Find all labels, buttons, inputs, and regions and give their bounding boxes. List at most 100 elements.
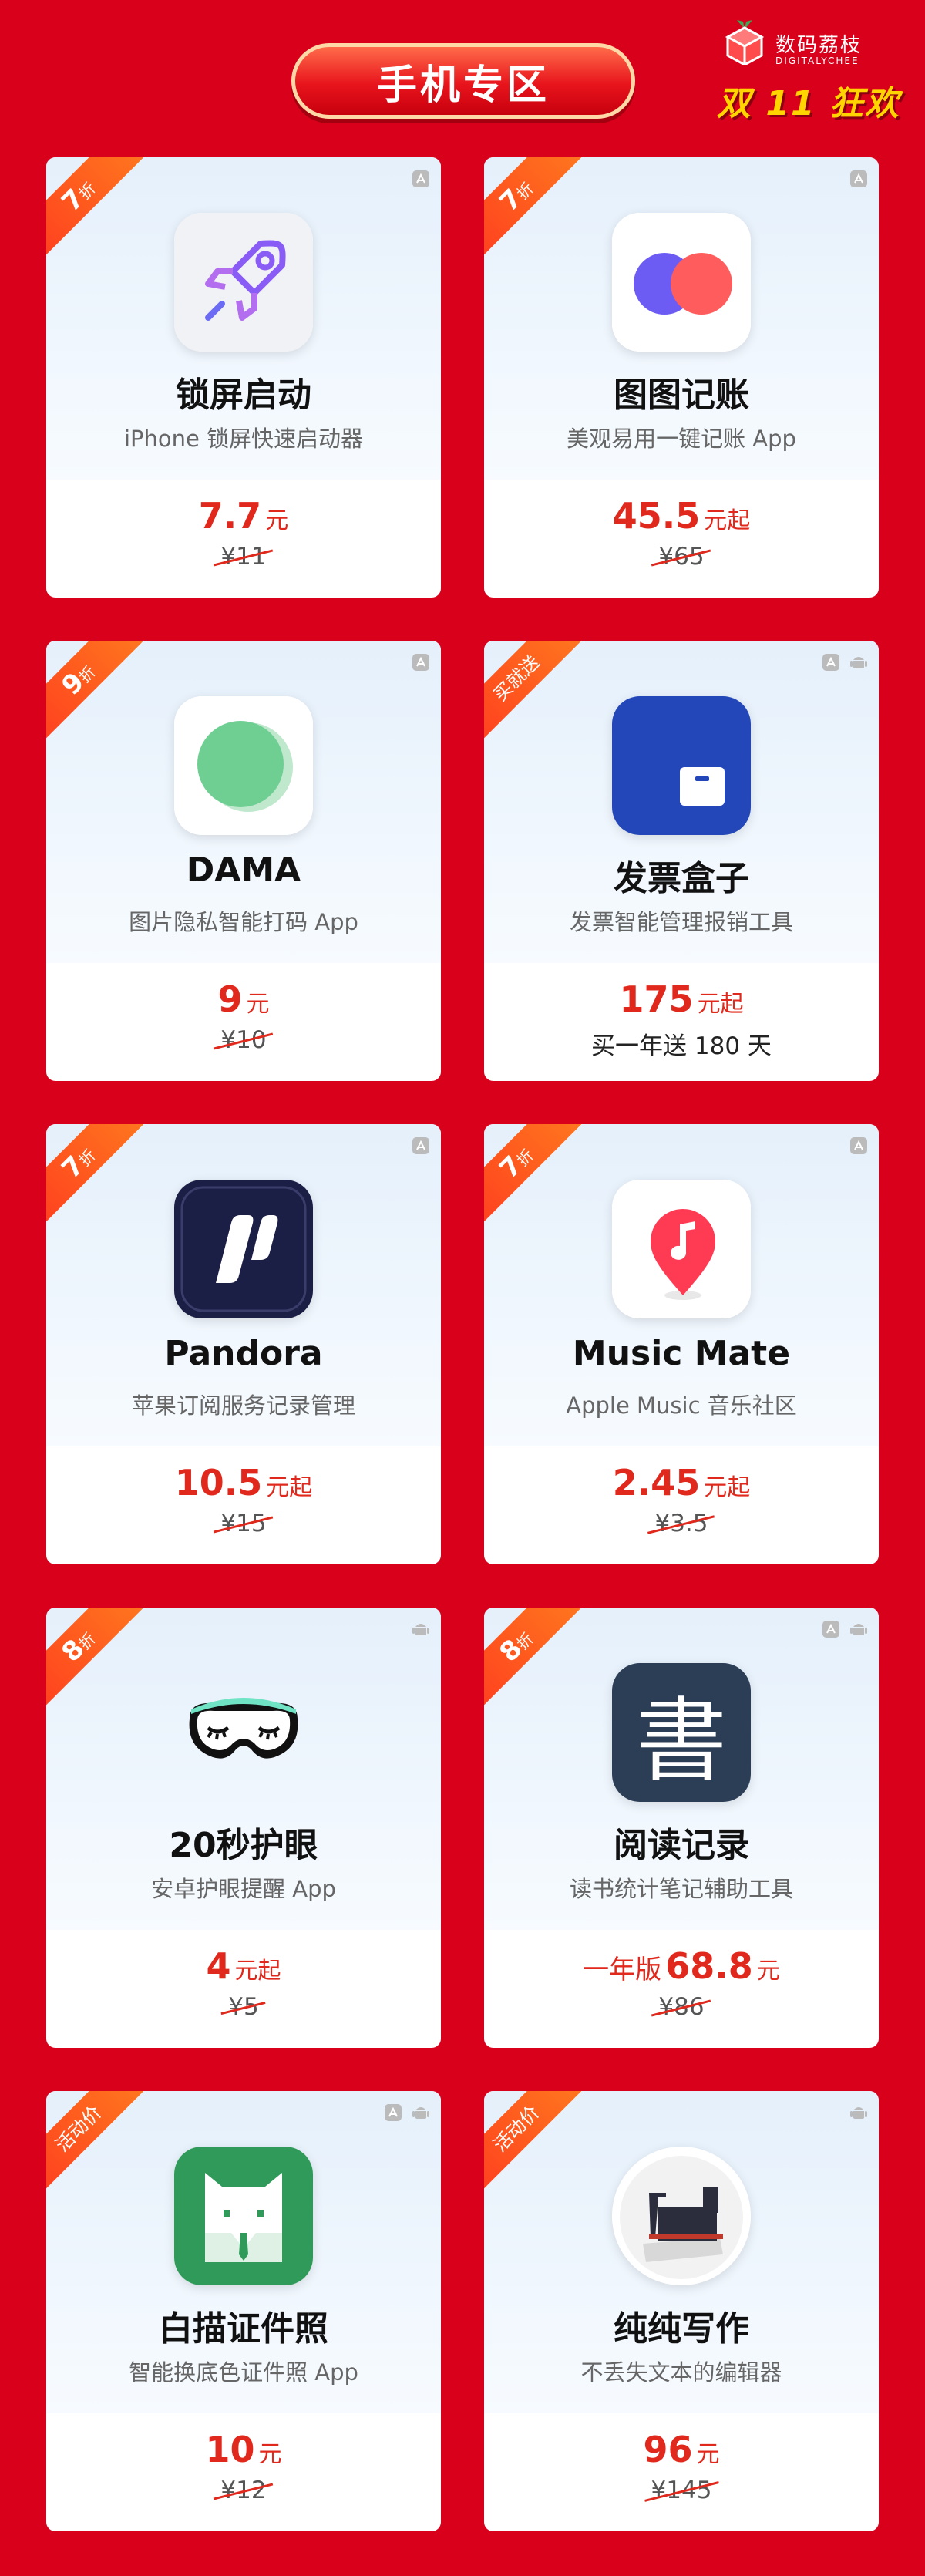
app-card[interactable]: 活动价 纯纯写作 不丢失文本的编辑器 96 元 ¥145: [484, 2091, 879, 2531]
sale-price: 9 元: [217, 978, 270, 1020]
app-description: Apple Music 音乐社区: [566, 1392, 797, 1419]
app-name: 纯纯写作: [614, 2309, 749, 2349]
original-price: ¥12: [46, 2477, 441, 2504]
id-photo-icon: [174, 2147, 313, 2285]
promo-header: 手机专区: [291, 43, 635, 119]
app-description: iPhone 锁屏快速启动器: [123, 426, 364, 452]
platform-icons: [410, 1135, 432, 1157]
two-dots-icon: [612, 213, 751, 352]
platform-icons: [410, 1618, 432, 1640]
original-price: ¥145: [484, 2477, 879, 2504]
app-description: 智能换底色证件照 App: [129, 2359, 358, 2386]
original-price: ¥10: [46, 1026, 441, 1054]
rocket-icon: [174, 213, 313, 352]
brand-name: 数码荔枝: [775, 34, 863, 57]
android-icon: [410, 1618, 432, 1640]
sale-price: 7.7 元: [198, 495, 289, 537]
discount-ribbon: 活动价: [484, 2091, 592, 2199]
app-store-icon: [848, 168, 870, 190]
android-icon: [848, 2102, 870, 2123]
sale-price: 45.5 元起: [612, 495, 751, 537]
sale-price: 10.5 元起: [174, 1462, 313, 1504]
app-card[interactable]: 8折 書 阅读记录 读书统计笔记辅助工具 一年版 68.8 元 ¥86: [484, 1608, 879, 2048]
platform-icons: [820, 652, 870, 673]
brand: 数码荔枝 DIGITALYCHEE 双 11 狂欢: [717, 14, 902, 123]
discount-ribbon: 7折: [46, 1124, 154, 1232]
event-title: 双 11 狂欢: [717, 84, 900, 123]
app-name: 20秒护眼: [169, 1826, 318, 1865]
pandora-icon: [174, 1180, 313, 1318]
ribbon-label: 买就送: [489, 651, 544, 706]
app-name: Pandora: [164, 1334, 323, 1373]
discount-ribbon: 7折: [46, 157, 154, 265]
platform-icons: [848, 2102, 870, 2123]
app-description: 美观易用一键记账 App: [567, 426, 796, 452]
app-name: 锁屏启动: [176, 375, 311, 415]
app-store-icon: [820, 652, 842, 673]
typewriter-icon: [612, 2147, 751, 2285]
green-circle-icon: [174, 696, 313, 835]
book-char-icon: 書: [612, 1663, 751, 1802]
app-description: 发票智能管理报销工具: [569, 909, 793, 935]
discount-ribbon: 活动价: [46, 2091, 154, 2199]
app-description: 苹果订阅服务记录管理: [131, 1392, 355, 1419]
platform-icons: [382, 2102, 432, 2123]
discount-ribbon: 7折: [484, 1124, 592, 1232]
app-card[interactable]: 9折 DAMA 图片隐私智能打码 App 9 元 ¥10: [46, 641, 441, 1081]
app-name: 发票盒子: [614, 859, 749, 898]
app-store-icon: [410, 168, 432, 190]
promo-note: 买一年送 180 天: [591, 1032, 772, 1060]
sale-price: 4 元起: [206, 1945, 281, 1987]
original-price: ¥5: [46, 1993, 441, 2021]
sleep-mask-icon: [174, 1663, 313, 1802]
android-icon: [848, 652, 870, 673]
app-card[interactable]: 8折 20秒护眼 安卓护眼提醒 App 4 元起 ¥5: [46, 1608, 441, 2048]
brand-name-en: DIGITALYCHEE: [775, 56, 859, 66]
app-name: Music Mate: [572, 1334, 791, 1373]
book-char: 書: [635, 1687, 727, 1794]
discount-ribbon: 买就送: [484, 641, 592, 749]
app-name: 图图记账: [614, 375, 749, 415]
discount-ribbon: 8折: [46, 1608, 154, 1716]
lychee-logo-icon: [725, 20, 765, 65]
original-price: ¥86: [484, 1993, 879, 2021]
sale-price: 10 元: [205, 2429, 282, 2470]
ribbon-label: 活动价: [489, 2101, 544, 2157]
app-name: 阅读记录: [614, 1826, 749, 1865]
platform-icons: [848, 168, 870, 190]
app-card[interactable]: 活动价 白描证件照 智能换底色证件照 App 10 元 ¥12: [46, 2091, 441, 2531]
app-store-icon: [848, 1135, 870, 1157]
app-store-icon: [410, 652, 432, 673]
app-card[interactable]: 7折 锁屏启动 iPhone 锁屏快速启动器 7.7 元 ¥11: [46, 157, 441, 598]
app-store-icon: [382, 2102, 404, 2123]
app-card[interactable]: 7折 Music Mate Apple Music 音乐社区 2.45 元起 ¥…: [484, 1124, 879, 1564]
original-price: ¥11: [46, 543, 441, 571]
discount-ribbon: 7折: [484, 157, 592, 265]
music-pin-icon: [612, 1180, 751, 1318]
sale-price: 96 元: [643, 2429, 720, 2470]
app-card[interactable]: 7折 Pandora 苹果订阅服务记录管理 10.5 元起 ¥15: [46, 1124, 441, 1564]
app-store-icon: [820, 1618, 842, 1640]
original-price: ¥3.5: [484, 1510, 879, 1537]
app-description: 不丢失文本的编辑器: [580, 2359, 782, 2386]
ribbon-label: 活动价: [51, 2101, 106, 2157]
platform-icons: [410, 168, 432, 190]
platform-icons: [410, 652, 432, 673]
app-description: 读书统计笔记辅助工具: [569, 1876, 793, 1902]
app-card[interactable]: 买就送 发票盒子 发票智能管理报销工具 175 元起 买一年送 180 天: [484, 641, 879, 1081]
discount-ribbon: 8折: [484, 1608, 592, 1716]
app-description: 图片隐私智能打码 App: [129, 909, 358, 935]
app-name: 白描证件照: [159, 2309, 328, 2349]
app-description: 安卓护眼提醒 App: [151, 1876, 336, 1902]
platform-icons: [848, 1135, 870, 1157]
app-card[interactable]: 7折 图图记账 美观易用一键记账 App 45.5 元起 ¥65: [484, 157, 879, 598]
sale-price: 175 元起: [619, 978, 744, 1020]
platform-icons: [820, 1618, 870, 1640]
android-icon: [848, 1618, 870, 1640]
invoice-box-icon: [612, 696, 751, 835]
original-price: ¥15: [46, 1510, 441, 1537]
android-icon: [410, 2102, 432, 2123]
app-name: DAMA: [186, 850, 301, 890]
sale-price: 2.45 元起: [612, 1462, 751, 1504]
app-store-icon: [410, 1135, 432, 1157]
